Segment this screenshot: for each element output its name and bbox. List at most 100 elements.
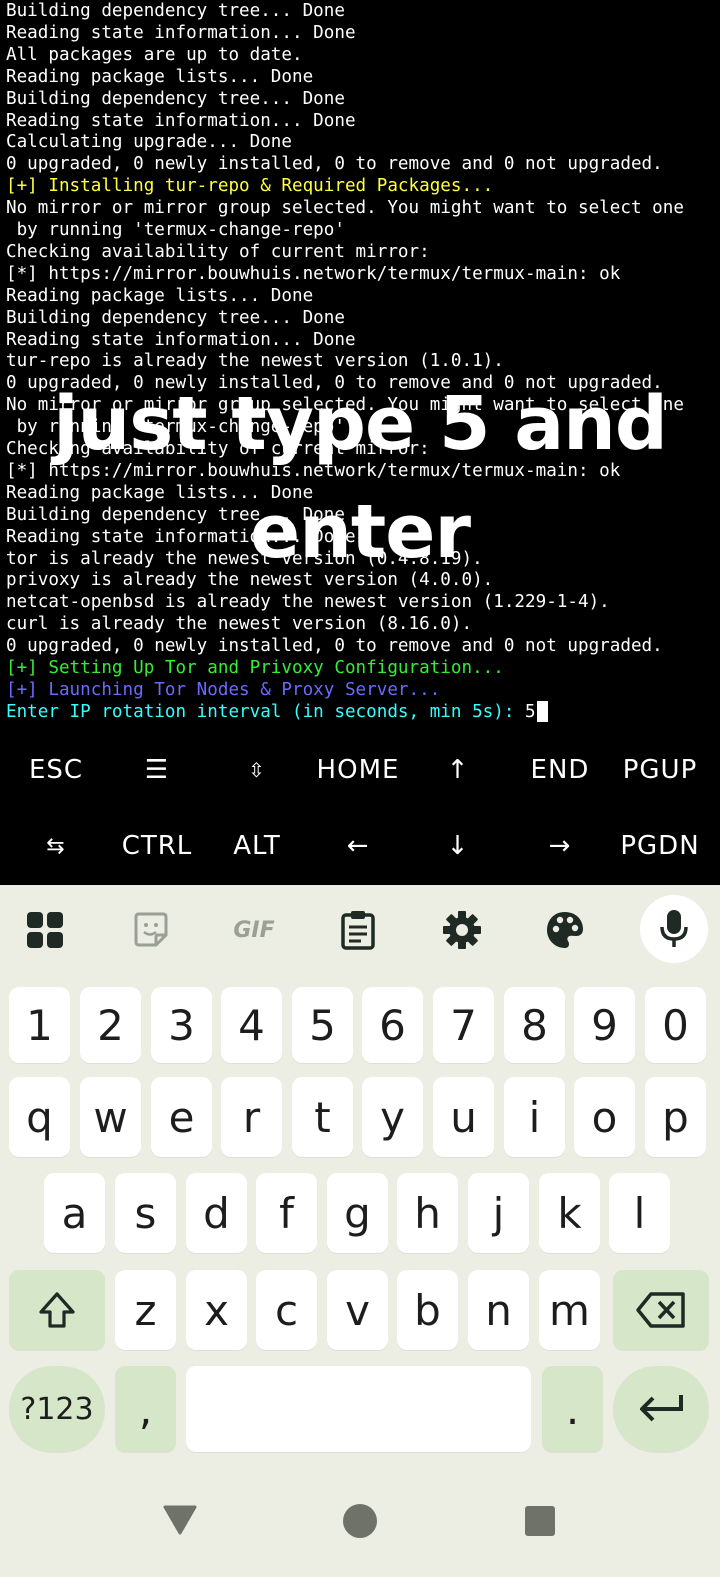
key-z[interactable]: z (115, 1270, 176, 1350)
key-w[interactable]: w (80, 1077, 141, 1157)
comma-key[interactable]: , (115, 1366, 176, 1452)
terminal-input-value[interactable]: 5 (525, 702, 536, 722)
terminal-line: Checking availability of current mirror: (6, 439, 430, 459)
terminal-output[interactable]: Building dependency tree... Done Reading … (0, 0, 720, 730)
clipboard-icon[interactable] (325, 897, 391, 963)
home-circle-icon[interactable] (335, 1498, 385, 1544)
key-7[interactable]: 7 (433, 987, 494, 1063)
terminal-line: 0 upgraded, 0 newly installed, 0 to remo… (6, 154, 663, 175)
key-j[interactable]: j (468, 1173, 529, 1253)
terminal-line: Calculating upgrade... Done (6, 132, 292, 153)
terminal-line: Reading state information... Done (6, 110, 356, 131)
key-u[interactable]: u (433, 1077, 494, 1157)
tab-key[interactable]: ⇆ (6, 811, 106, 881)
terminal-line: [+] Launching Tor Nodes & Proxy Server..… (6, 679, 441, 700)
terminal-line: Reading state information... Done (6, 22, 356, 43)
terminal-line: [+] Installing tur-repo & Required Packa… (6, 176, 494, 197)
key-e[interactable]: e (151, 1077, 212, 1157)
terminal-line: [+] Setting Up Tor and Privoxy Configura… (6, 658, 504, 678)
recents-square-icon[interactable] (515, 1498, 565, 1544)
key-9[interactable]: 9 (574, 987, 635, 1063)
key-0[interactable]: 0 (645, 987, 706, 1063)
theme-palette-icon[interactable] (532, 897, 598, 963)
terminal-line: tur-repo is already the newest version (… (6, 351, 504, 372)
arrow-up-key[interactable]: ↑ (408, 735, 508, 805)
terminal-line: All packages are up to date. (6, 44, 303, 65)
terminal-line: 0 upgraded, 0 newly installed, 0 to remo… (6, 636, 663, 657)
terminal-line: Building dependency tree... Done (6, 307, 345, 328)
key-6[interactable]: 6 (362, 987, 423, 1063)
key-2[interactable]: 2 (80, 987, 141, 1063)
key-i[interactable]: i (504, 1077, 565, 1157)
terminal-prompt: Enter IP rotation interval (in seconds, … (6, 701, 526, 722)
key-q[interactable]: q (9, 1077, 70, 1157)
key-g[interactable]: g (327, 1173, 388, 1253)
key-m[interactable]: m (539, 1270, 600, 1350)
microphone-icon[interactable] (640, 895, 708, 963)
shift-arrow-icon (39, 1292, 75, 1328)
backspace-key[interactable] (613, 1270, 709, 1350)
key-a[interactable]: a (44, 1173, 105, 1253)
key-d[interactable]: d (186, 1173, 247, 1253)
soft-keyboard: GIF 1 2 3 4 5 6 7 8 9 0 q w e r t y u i … (0, 885, 720, 1577)
key-y[interactable]: y (362, 1077, 423, 1157)
terminal-line: [*] https://mirror.bouwhuis.network/term… (6, 263, 621, 284)
home-key[interactable]: HOME (308, 735, 408, 805)
key-c[interactable]: c (256, 1270, 317, 1350)
esc-key[interactable]: ESC (6, 735, 106, 805)
terminal-extra-keys: ESC ☰ ⇳ HOME ↑ END PGUP ⇆ CTRL ALT ← ↓ →… (0, 733, 720, 885)
key-l[interactable]: l (609, 1173, 670, 1253)
key-n[interactable]: n (468, 1270, 529, 1350)
key-o[interactable]: o (574, 1077, 635, 1157)
apps-grid-icon[interactable] (12, 897, 78, 963)
terminal-line: [*] https://mirror.bouwhuis.network/term… (6, 460, 621, 481)
back-triangle-icon[interactable] (155, 1500, 205, 1540)
sticker-icon[interactable] (118, 897, 184, 963)
period-key[interactable]: . (542, 1366, 603, 1452)
pgup-key[interactable]: PGUP (610, 735, 710, 805)
terminal-line: No mirror or mirror group selected. You … (6, 395, 684, 416)
key-p[interactable]: p (645, 1077, 706, 1157)
enter-key[interactable] (613, 1366, 709, 1452)
terminal-line: Reading package lists... Done (6, 66, 314, 87)
terminal-line: Building dependency tree... Done (6, 504, 345, 525)
shift-key[interactable] (9, 1270, 105, 1350)
terminal-line: netcat-openbsd is already the newest ver… (6, 592, 610, 613)
key-h[interactable]: h (397, 1173, 458, 1253)
system-navigation-bar (0, 1480, 720, 1577)
ctrl-key[interactable]: CTRL (107, 811, 207, 881)
key-4[interactable]: 4 (221, 987, 282, 1063)
scroll-key[interactable]: ⇳ (207, 735, 307, 805)
key-v[interactable]: v (327, 1270, 388, 1350)
drawer-menu-key[interactable]: ☰ (107, 735, 207, 805)
terminal-line: Reading package lists... Done (6, 482, 314, 503)
arrow-right-key[interactable]: → (510, 811, 610, 881)
terminal-cursor (536, 700, 548, 722)
key-r[interactable]: r (221, 1077, 282, 1157)
key-x[interactable]: x (186, 1270, 247, 1350)
key-f[interactable]: f (256, 1173, 317, 1253)
key-k[interactable]: k (539, 1173, 600, 1253)
terminal-line: No mirror or mirror group selected. You … (6, 198, 684, 219)
symbols-key[interactable]: ?123 (9, 1366, 105, 1452)
terminal-line: privoxy is already the newest version (4… (6, 570, 494, 591)
key-1[interactable]: 1 (9, 987, 70, 1063)
key-b[interactable]: b (397, 1270, 458, 1350)
terminal-line: curl is already the newest version (8.16… (6, 614, 473, 635)
pgdn-key[interactable]: PGDN (610, 811, 710, 881)
key-s[interactable]: s (115, 1173, 176, 1253)
arrow-down-key[interactable]: ↓ (408, 811, 508, 881)
key-t[interactable]: t (292, 1077, 353, 1157)
key-8[interactable]: 8 (504, 987, 565, 1063)
backspace-icon (636, 1292, 685, 1328)
terminal-line: Reading state information... Done (6, 526, 356, 547)
terminal-prompt-line[interactable]: Enter IP rotation interval (in seconds, … (6, 700, 548, 723)
space-bar[interactable] (186, 1366, 531, 1452)
settings-gear-icon[interactable] (429, 897, 495, 963)
key-5[interactable]: 5 (292, 987, 353, 1063)
key-3[interactable]: 3 (151, 987, 212, 1063)
arrow-left-key[interactable]: ← (308, 811, 408, 881)
gif-icon[interactable]: GIF (221, 897, 287, 963)
end-key[interactable]: END (510, 735, 610, 805)
alt-key[interactable]: ALT (207, 811, 307, 881)
